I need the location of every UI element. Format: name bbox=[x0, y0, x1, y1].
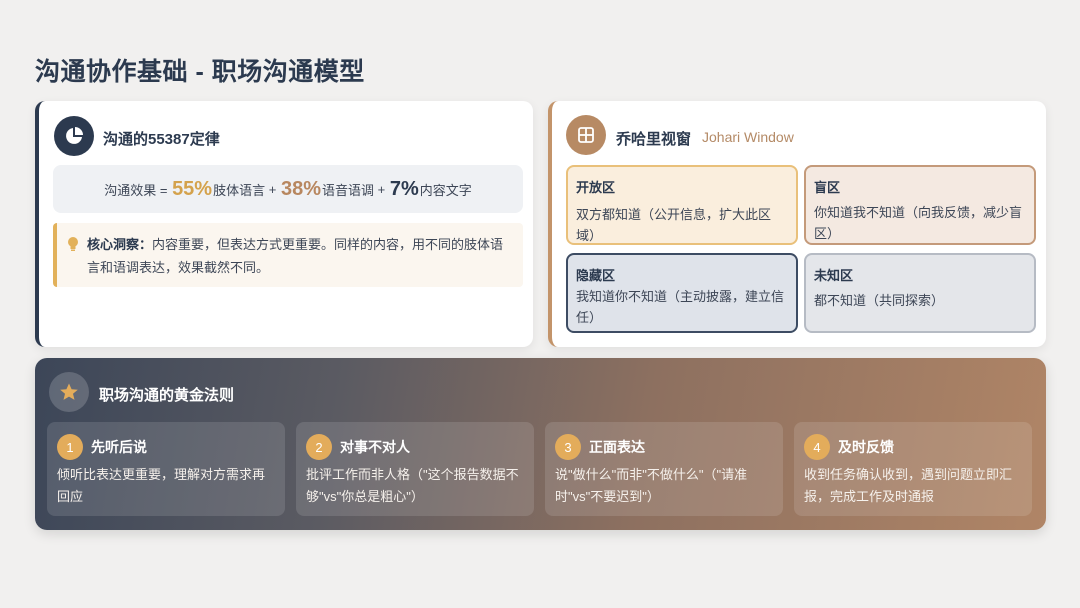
page-title: 沟通协作基础 - 职场沟通模型 bbox=[35, 58, 365, 86]
plus-sign: + bbox=[268, 181, 277, 197]
formula-box: 沟通效果 = 55% 肢体语言 + 38% 语音语调 + 7% 内容文字 bbox=[53, 165, 523, 213]
formula-prefix: 沟通效果 = bbox=[104, 182, 168, 198]
rule-number-badge: 1 bbox=[57, 434, 83, 460]
quadrant-title: 开放区 bbox=[576, 180, 616, 195]
rule-title: 正面表达 bbox=[589, 439, 645, 455]
star-icon bbox=[49, 372, 89, 412]
rule-card: 4 及时反馈 收到任务确认收到，遇到问题立即汇报，完成工作及时通报 bbox=[794, 422, 1032, 516]
quadrant-text: 都不知道（共同探索） bbox=[814, 293, 945, 308]
rule-text: 批评工作而非人格（"这个报告数据不够"vs"你总是粗心"） bbox=[306, 467, 519, 504]
insight-label: 核心洞察： bbox=[87, 237, 153, 252]
quadrant-text: 我知道你不知道（主动披露，建立信任） bbox=[576, 289, 785, 325]
golden-rules-banner: 职场沟通的黄金法则 1 先听后说 倾听比表达更重要，理解对方需求再回应 2 对事… bbox=[35, 358, 1046, 530]
quadrant-blind: 盲区 你知道我不知道（向我反馈，减少盲区） bbox=[804, 165, 1036, 245]
lightbulb-icon bbox=[67, 236, 79, 259]
golden-rules-title: 职场沟通的黄金法则 bbox=[99, 387, 235, 404]
rule-text: 收到任务确认收到，遇到问题立即汇报，完成工作及时通报 bbox=[804, 467, 1013, 504]
percent-content: 7% bbox=[389, 177, 419, 200]
rule-text: 倾听比表达更重要，理解对方需求再回应 bbox=[57, 467, 266, 504]
percent-voice-tone: 38% bbox=[280, 177, 321, 200]
rule-text: 说"做什么"而非"不做什么"（"请准时"vs"不要迟到"） bbox=[555, 467, 748, 504]
rule-number-badge: 2 bbox=[306, 434, 332, 460]
quadrant-open: 开放区 双方都知道（公开信息，扩大此区域） bbox=[566, 165, 798, 245]
rule-55387-card: 沟通的55387定律 沟通效果 = 55% 肢体语言 + 38% 语音语调 + … bbox=[35, 101, 533, 347]
quadrant-text: 双方都知道（公开信息，扩大此区域） bbox=[576, 207, 772, 243]
rule-title: 对事不对人 bbox=[340, 439, 410, 455]
rule-card: 2 对事不对人 批评工作而非人格（"这个报告数据不够"vs"你总是粗心"） bbox=[296, 422, 534, 516]
plus-sign: + bbox=[377, 181, 386, 197]
quadrant-title: 盲区 bbox=[814, 180, 841, 195]
rule-number-badge: 4 bbox=[804, 434, 830, 460]
johari-title: 乔哈里视窗 bbox=[616, 131, 692, 148]
quadrant-title: 未知区 bbox=[814, 268, 854, 283]
quadrant-unknown: 未知区 都不知道（共同探索） bbox=[804, 253, 1036, 333]
grid-window-icon bbox=[566, 115, 606, 155]
quadrant-title: 隐藏区 bbox=[576, 268, 616, 283]
rule-card: 3 正面表达 说"做什么"而非"不做什么"（"请准时"vs"不要迟到"） bbox=[545, 422, 783, 516]
rule-55387-title: 沟通的55387定律 bbox=[103, 131, 220, 148]
label-content: 内容文字 bbox=[419, 182, 472, 198]
quadrant-text: 你知道我不知道（向我反馈，减少盲区） bbox=[814, 205, 1023, 241]
rule-title: 先听后说 bbox=[91, 439, 147, 455]
percent-body-language: 55% bbox=[172, 177, 213, 200]
quadrant-hidden: 隐藏区 我知道你不知道（主动披露，建立信任） bbox=[566, 253, 798, 333]
label-voice-tone: 语音语调 bbox=[321, 182, 374, 198]
rule-title: 及时反馈 bbox=[838, 439, 894, 455]
pie-chart-icon bbox=[54, 116, 94, 156]
label-body-language: 肢体语言 bbox=[213, 182, 266, 198]
insight-box: 核心洞察：内容重要，但表达方式更重要。同样的内容，用不同的肢体语言和语调表达，效… bbox=[53, 223, 523, 287]
johari-subtitle: Johari Window bbox=[702, 129, 794, 145]
rule-number-badge: 3 bbox=[555, 434, 581, 460]
rule-card: 1 先听后说 倾听比表达更重要，理解对方需求再回应 bbox=[47, 422, 285, 516]
johari-window-card: 乔哈里视窗 Johari Window 开放区 双方都知道（公开信息，扩大此区域… bbox=[548, 101, 1046, 347]
